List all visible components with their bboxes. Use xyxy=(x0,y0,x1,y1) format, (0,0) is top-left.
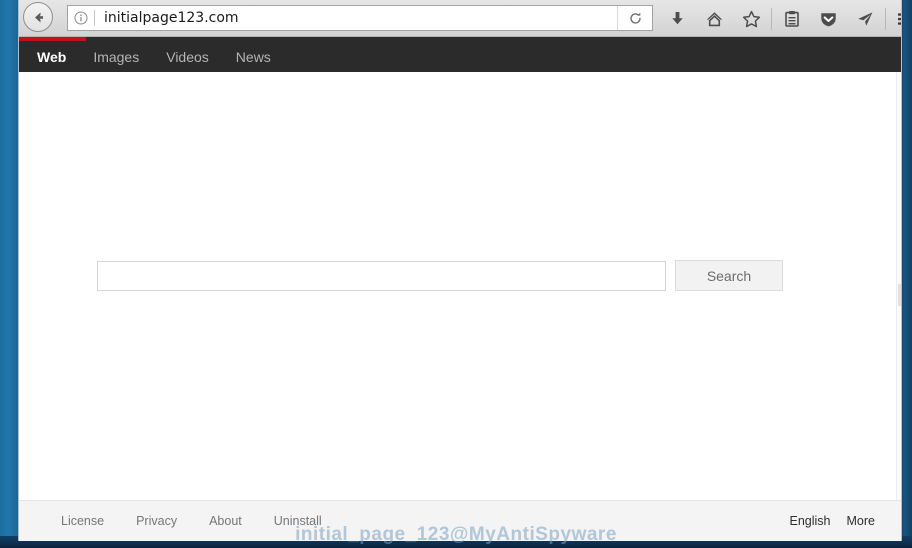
footer-link-english[interactable]: English xyxy=(790,514,831,528)
library-icon[interactable] xyxy=(773,0,810,37)
nav-tab-news[interactable]: News xyxy=(236,49,271,65)
site-footer: License Privacy About Uninstall English … xyxy=(19,500,901,541)
page-scrollbar-thumb[interactable] xyxy=(898,284,901,306)
home-icon[interactable] xyxy=(696,0,733,37)
search-button[interactable]: Search xyxy=(675,260,783,291)
reload-icon[interactable] xyxy=(617,6,652,30)
download-icon[interactable] xyxy=(659,0,696,37)
site-nav-bar: Web Images Videos News xyxy=(19,37,901,72)
page-scrollbar[interactable] xyxy=(896,72,901,500)
search-input[interactable] xyxy=(97,260,666,291)
toolbar-icon-group xyxy=(659,0,901,37)
search-row: Search xyxy=(97,260,783,291)
footer-right-links: English More xyxy=(774,514,875,528)
page-content: Search xyxy=(19,72,901,500)
back-button[interactable] xyxy=(23,2,53,32)
footer-link-license[interactable]: License xyxy=(61,514,104,528)
back-arrow-icon xyxy=(30,9,47,26)
footer-link-about[interactable]: About xyxy=(209,514,242,528)
address-bar[interactable]: initialpage123.com xyxy=(67,5,653,31)
shield-icon[interactable] xyxy=(810,0,847,37)
toolbar-divider-2 xyxy=(885,7,886,30)
footer-link-uninstall[interactable]: Uninstall xyxy=(274,514,322,528)
desktop-left-edge xyxy=(0,0,18,548)
hamburger-menu-icon[interactable] xyxy=(887,0,901,37)
info-icon[interactable] xyxy=(68,11,94,25)
url-text: initialpage123.com xyxy=(104,10,239,26)
nav-tab-images[interactable]: Images xyxy=(93,49,139,65)
footer-link-privacy[interactable]: Privacy xyxy=(136,514,177,528)
browser-window: initialpage123.com Web Images Videos New… xyxy=(18,0,902,541)
footer-links: License Privacy About Uninstall xyxy=(61,514,354,528)
toolbar-divider xyxy=(771,7,772,30)
nav-tabs: Web Images Videos News xyxy=(19,41,298,72)
footer-link-more[interactable]: More xyxy=(847,514,875,528)
send-icon[interactable] xyxy=(847,0,884,37)
nav-tab-web[interactable]: Web xyxy=(37,49,66,65)
star-icon[interactable] xyxy=(733,0,770,37)
nav-tab-videos[interactable]: Videos xyxy=(166,49,209,65)
browser-toolbar: initialpage123.com xyxy=(19,0,901,37)
